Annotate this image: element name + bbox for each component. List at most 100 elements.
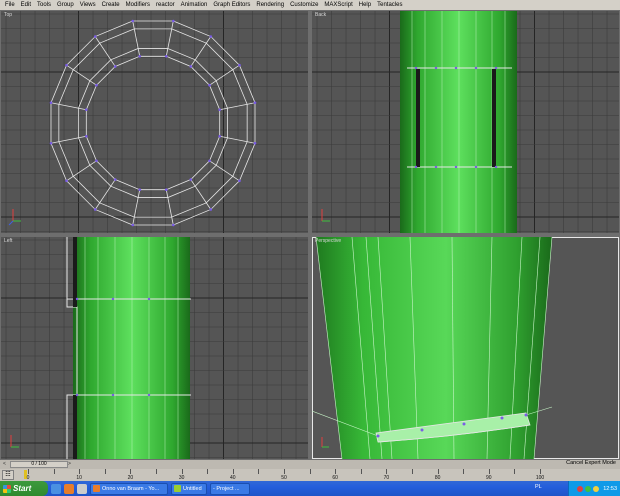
ring-vertex[interactable] bbox=[209, 208, 213, 211]
menu-create[interactable]: Create bbox=[99, 0, 123, 10]
cancel-expert-mode-button[interactable]: Cancel Expert Mode bbox=[566, 460, 616, 466]
ring-edge-loop[interactable] bbox=[78, 48, 228, 198]
viewport-left-canvas[interactable] bbox=[1, 237, 308, 459]
viewport-back-label[interactable]: Back bbox=[315, 12, 326, 18]
tick-mark bbox=[514, 469, 516, 474]
tick-mark bbox=[79, 469, 81, 474]
next-frame-button[interactable]: > bbox=[68, 461, 74, 468]
ring-vertex[interactable] bbox=[95, 159, 98, 163]
mini-curve-editor-button[interactable]: ☷ bbox=[2, 470, 14, 480]
ring-vertex[interactable] bbox=[218, 134, 221, 138]
ring-vertex[interactable] bbox=[253, 101, 257, 105]
viewport-top-canvas[interactable] bbox=[1, 11, 308, 233]
taskbar-task-browser[interactable]: Onno van Braam - Yo... bbox=[90, 482, 168, 495]
ring-edge-spoke[interactable] bbox=[50, 102, 87, 111]
time-slider[interactable]: 0 / 100 bbox=[10, 461, 68, 468]
track-bar[interactable]: ☷ 0 10 20 30 40 50 60 70 80 90 100 bbox=[0, 469, 620, 481]
viewport-top[interactable]: Top bbox=[1, 11, 308, 233]
prev-frame-button[interactable]: < bbox=[3, 461, 9, 468]
viewport-left[interactable]: Left bbox=[1, 237, 308, 459]
tick-mark bbox=[207, 469, 209, 474]
quicklaunch-ie-icon[interactable] bbox=[51, 483, 61, 494]
taskbar-task-untitled[interactable]: Untitled bbox=[171, 482, 207, 495]
tray-icon[interactable] bbox=[577, 485, 584, 492]
ring-vertex[interactable] bbox=[208, 83, 211, 87]
ring-vertex[interactable] bbox=[138, 188, 142, 191]
tick-mark bbox=[540, 469, 541, 474]
start-button[interactable]: start bbox=[0, 481, 48, 496]
ring-vertex[interactable] bbox=[113, 178, 117, 181]
ring-vertex[interactable] bbox=[238, 63, 241, 67]
ring-vertex[interactable] bbox=[208, 159, 211, 163]
viewport-back-canvas[interactable] bbox=[312, 11, 619, 233]
viewport-left-label[interactable]: Left bbox=[4, 238, 12, 244]
ring-wireframe[interactable] bbox=[49, 19, 257, 227]
ring-edge-spoke[interactable] bbox=[165, 189, 174, 226]
ring-vertex[interactable] bbox=[85, 108, 88, 112]
menu-file[interactable]: File bbox=[2, 0, 18, 10]
menu-animation[interactable]: Animation bbox=[178, 0, 211, 10]
ring-edge-spoke[interactable] bbox=[219, 102, 256, 111]
ring-vertex[interactable] bbox=[49, 141, 53, 145]
ring-vertex[interactable] bbox=[189, 65, 193, 68]
ring-vertex[interactable] bbox=[49, 101, 53, 105]
ring-vertex[interactable] bbox=[95, 83, 98, 87]
viewport-back[interactable]: Back bbox=[312, 11, 619, 233]
viewport-perspective[interactable]: Perspective bbox=[312, 237, 619, 459]
tick-mark bbox=[258, 469, 260, 474]
ring-vertex[interactable] bbox=[65, 63, 68, 67]
viewport-top-label[interactable]: Top bbox=[4, 12, 12, 18]
menu-rendering[interactable]: Rendering bbox=[253, 0, 287, 10]
ring-vertex[interactable] bbox=[93, 208, 97, 211]
ring-vertex[interactable] bbox=[189, 178, 193, 181]
menu-edit[interactable]: Edit bbox=[18, 0, 34, 10]
ring-edge-spoke[interactable] bbox=[50, 135, 87, 144]
menu-help[interactable]: Help bbox=[356, 0, 374, 10]
menu-maxscript[interactable]: MAXScript bbox=[321, 0, 355, 10]
ring-edge-loop[interactable] bbox=[50, 20, 256, 226]
grid bbox=[1, 11, 308, 233]
tick-mark bbox=[386, 469, 388, 474]
cylinder-mesh[interactable] bbox=[73, 237, 190, 459]
ring-vertex[interactable] bbox=[209, 35, 213, 38]
ring-vertex[interactable] bbox=[171, 223, 175, 227]
ring-vertex[interactable] bbox=[113, 65, 117, 68]
menu-views[interactable]: Views bbox=[77, 0, 99, 10]
tick-mark bbox=[463, 469, 465, 474]
ring-vertex[interactable] bbox=[65, 179, 68, 183]
ring-vertex[interactable] bbox=[131, 19, 135, 23]
quicklaunch-firefox-icon[interactable] bbox=[64, 483, 74, 494]
quicklaunch-desktop-icon[interactable] bbox=[77, 483, 87, 494]
taskbar-task-project[interactable]: - Project ... bbox=[210, 482, 250, 495]
menu-modifiers[interactable]: Modifiers bbox=[123, 0, 153, 10]
ring-vertex[interactable] bbox=[164, 55, 168, 58]
ring-vertex[interactable] bbox=[238, 179, 241, 183]
ring-edge-spoke[interactable] bbox=[165, 20, 174, 57]
menu-group[interactable]: Group bbox=[54, 0, 77, 10]
ring-vertex[interactable] bbox=[218, 108, 221, 112]
clock[interactable]: 12:53 bbox=[603, 486, 617, 492]
ring-vertex[interactable] bbox=[164, 188, 168, 191]
ring-edge-loop[interactable] bbox=[85, 55, 221, 191]
menu-tools[interactable]: Tools bbox=[34, 0, 54, 10]
ring-vertex[interactable] bbox=[93, 35, 97, 38]
tick-mark bbox=[53, 469, 55, 474]
menu-graph-editors[interactable]: Graph Editors bbox=[210, 0, 253, 10]
task-label: Onno van Braam - Yo... bbox=[102, 485, 160, 492]
ring-vertex[interactable] bbox=[253, 141, 257, 145]
tray-icon[interactable] bbox=[593, 485, 600, 492]
ring-vertex[interactable] bbox=[131, 223, 135, 227]
menu-reactor[interactable]: reactor bbox=[153, 0, 178, 10]
tray-icon[interactable] bbox=[585, 485, 592, 492]
tick-mark bbox=[130, 469, 132, 474]
language-indicator[interactable]: PL bbox=[535, 484, 542, 490]
ring-vertex[interactable] bbox=[171, 19, 175, 23]
ring-edge-spoke[interactable] bbox=[219, 135, 256, 144]
menu-customize[interactable]: Customize bbox=[287, 0, 321, 10]
viewport-perspective-canvas[interactable] bbox=[312, 237, 619, 459]
viewport-perspective-label[interactable]: Perspective bbox=[315, 238, 341, 244]
ring-vertex[interactable] bbox=[138, 55, 142, 58]
menu-tentacles[interactable]: Tentacles bbox=[374, 0, 405, 10]
ring-vertex[interactable] bbox=[85, 134, 88, 138]
ring-edge-loop[interactable] bbox=[58, 28, 248, 218]
